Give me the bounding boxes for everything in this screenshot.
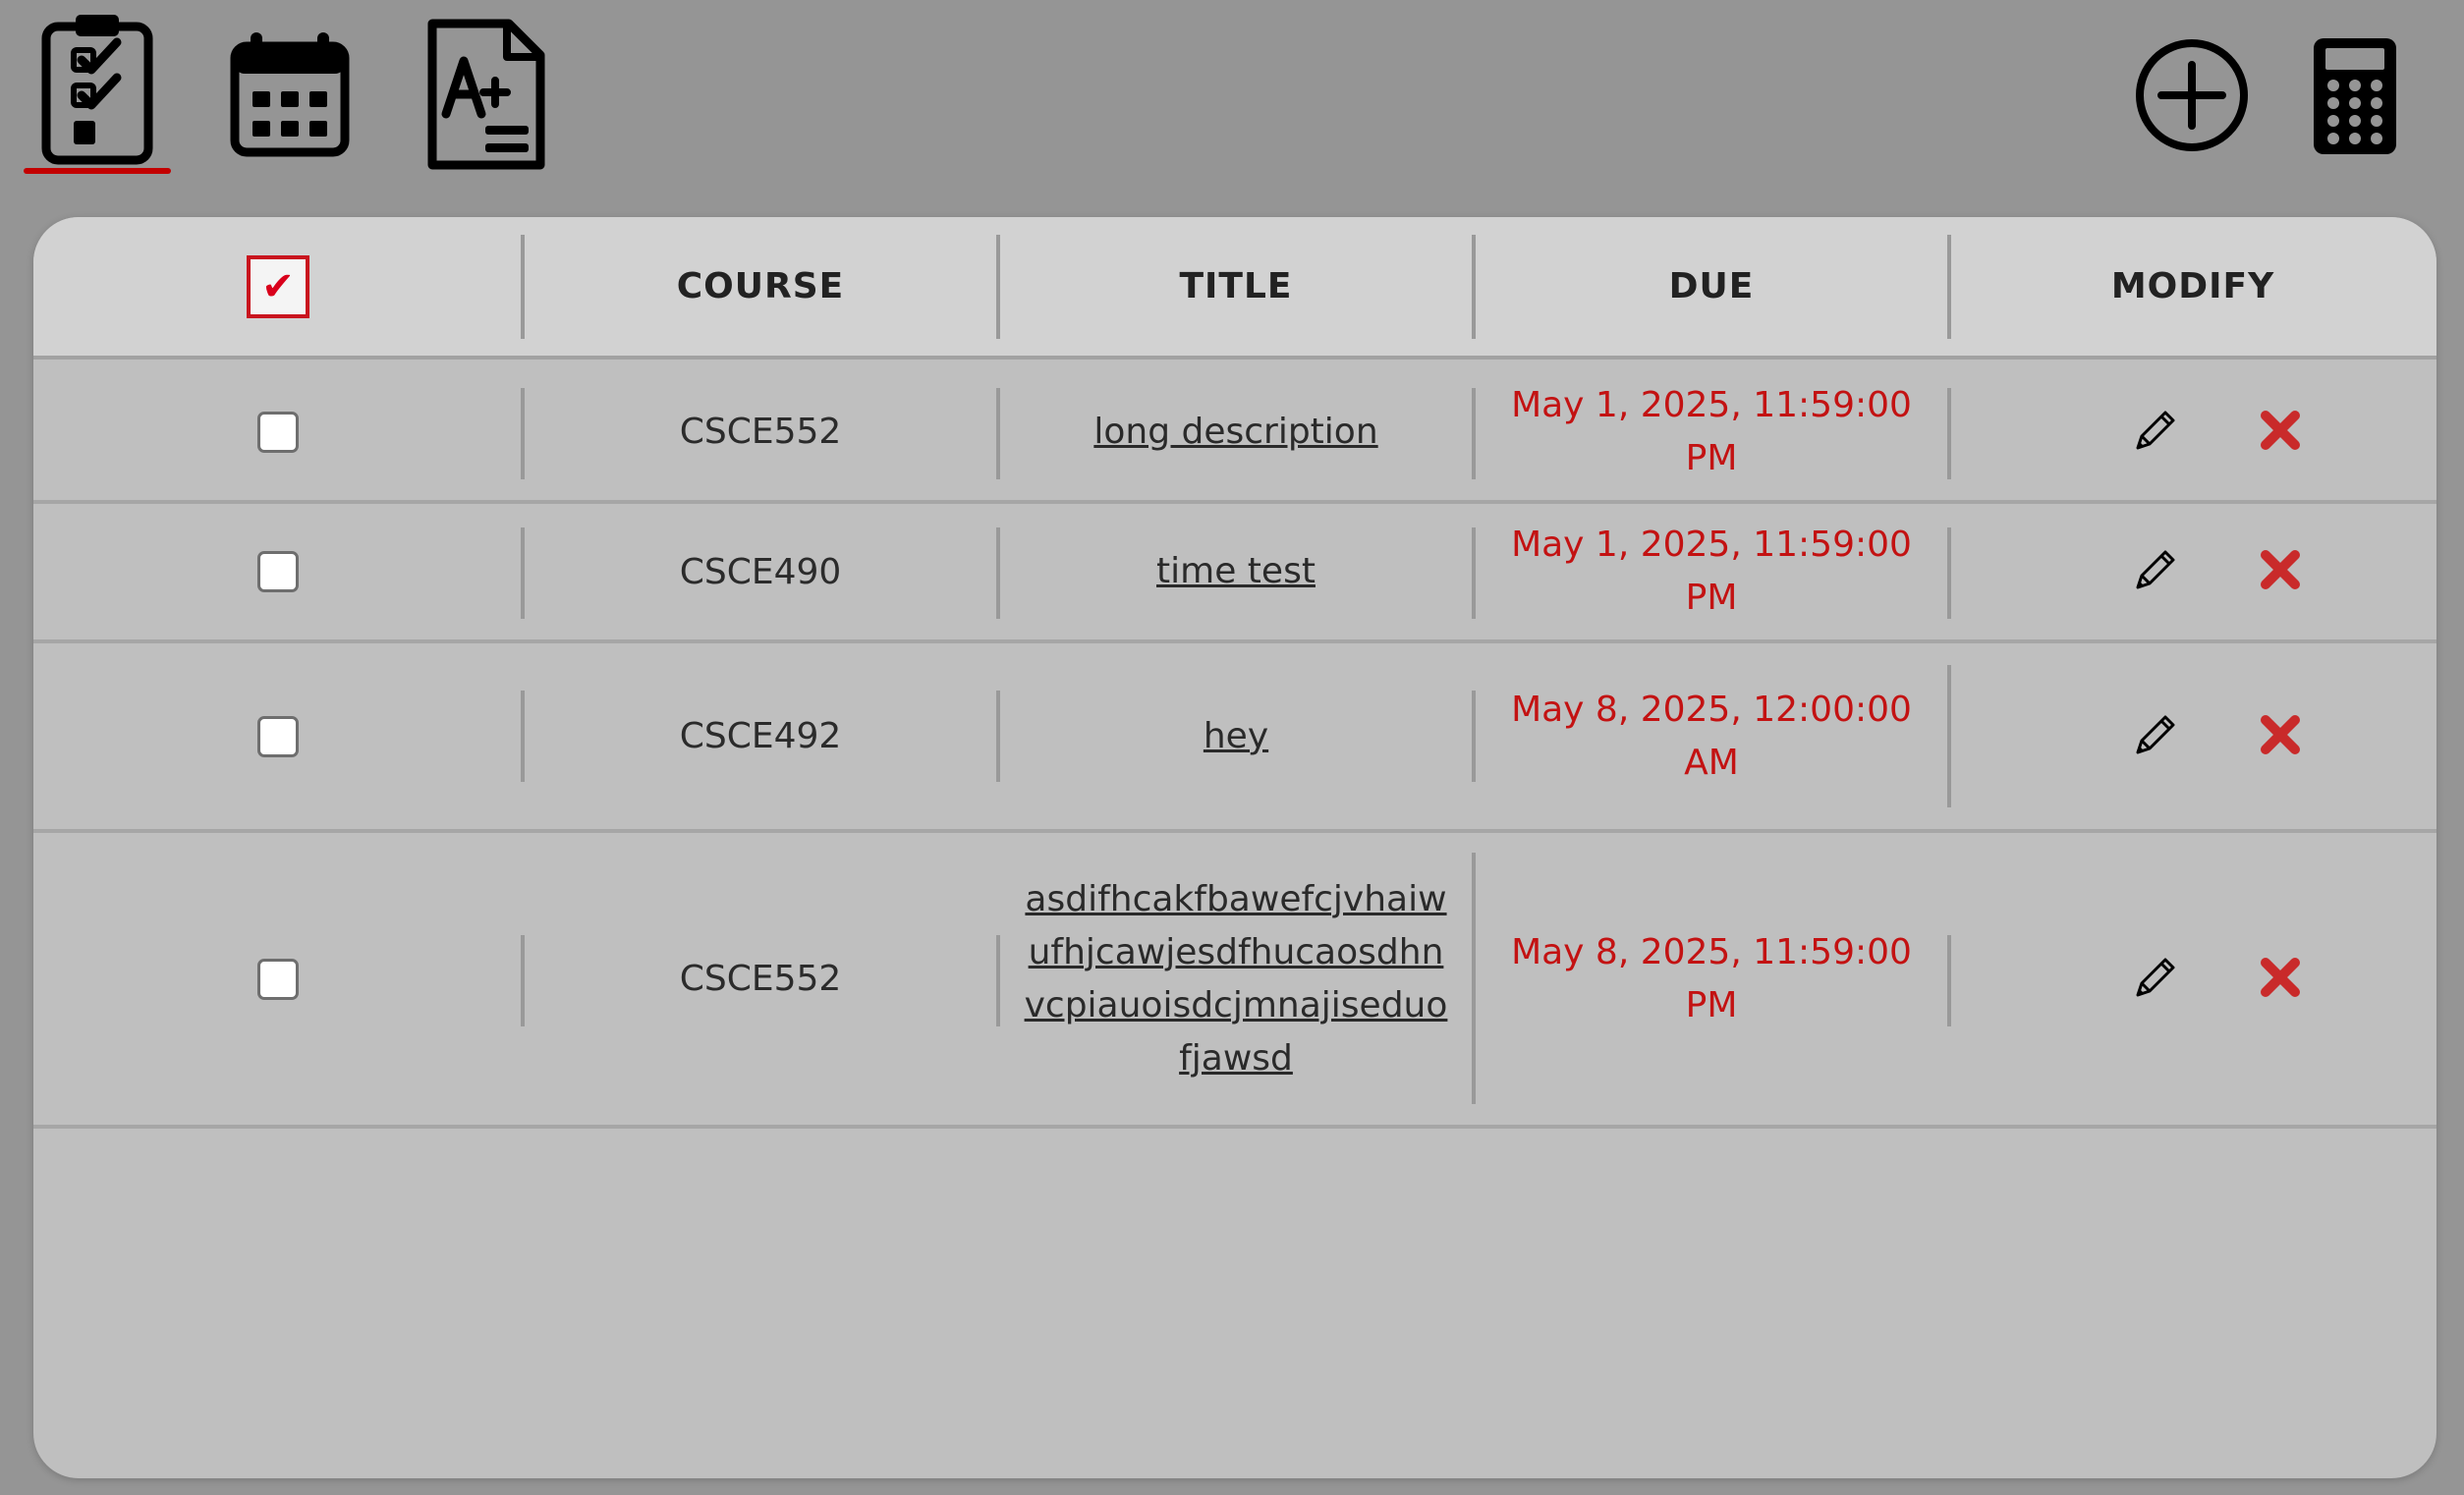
column-divider <box>1947 527 1951 619</box>
header-due-label: DUE <box>1668 266 1755 306</box>
table-row: CSCE492 hey May 8, 2025, 12:00:00 AM <box>33 643 2436 833</box>
column-divider <box>1472 235 1476 339</box>
column-divider <box>521 527 525 619</box>
column-divider <box>1947 665 1951 807</box>
due-cell: May 8, 2025, 11:59:00 PM <box>1511 931 1912 1025</box>
header-modify-label: MODIFY <box>2110 266 2275 306</box>
column-divider <box>996 527 1000 619</box>
add-circle-icon <box>2134 37 2250 153</box>
tab-assignments[interactable] <box>37 12 159 167</box>
header-course-label: COURSE <box>676 266 845 306</box>
column-divider <box>996 691 1000 782</box>
pencil-icon <box>2136 411 2175 449</box>
due-cell: May 1, 2025, 11:59:00 PM <box>1511 384 1912 478</box>
pencil-icon <box>2136 550 2175 589</box>
grade-document-icon <box>424 18 546 171</box>
title-link[interactable]: long description <box>1070 406 1401 459</box>
delete-x-icon <box>2261 410 2300 450</box>
column-divider <box>996 235 1000 339</box>
column-divider <box>1947 388 1951 479</box>
header-title-label: TITLE <box>1179 266 1293 306</box>
header-modify: MODIFY <box>1949 217 2436 356</box>
select-all-checkbox[interactable]: ✔ <box>247 254 309 318</box>
header-select-cell: ✔ <box>33 217 523 356</box>
due-cell: May 8, 2025, 12:00:00 AM <box>1511 689 1912 783</box>
table-row: CSCE490 time test May 1, 2025, 11:59:00 … <box>33 504 2436 643</box>
table-row: CSCE552 long description May 1, 2025, 11… <box>33 363 2436 504</box>
delete-button[interactable] <box>2258 408 2303 457</box>
row-checkbox[interactable] <box>257 715 299 757</box>
column-divider <box>1947 235 1951 339</box>
active-tab-indicator <box>24 168 171 174</box>
column-divider <box>1472 388 1476 479</box>
delete-button[interactable] <box>2258 955 2303 1004</box>
column-divider <box>1472 527 1476 619</box>
column-divider <box>1472 853 1476 1104</box>
header-due[interactable]: DUE <box>1474 217 1949 356</box>
edit-button[interactable] <box>2130 405 2181 460</box>
delete-x-icon <box>2261 714 2300 754</box>
toolbar <box>0 0 2464 196</box>
header-title[interactable]: TITLE <box>998 217 1474 356</box>
delete-x-icon <box>2261 957 2300 997</box>
edit-button[interactable] <box>2130 544 2181 599</box>
due-cell: May 1, 2025, 11:59:00 PM <box>1511 525 1912 618</box>
row-checkbox[interactable] <box>257 958 299 1000</box>
column-divider <box>996 388 1000 479</box>
tab-grades[interactable] <box>422 18 548 171</box>
edit-button[interactable] <box>2130 709 2181 764</box>
calculator-icon <box>2312 36 2398 156</box>
column-divider <box>521 691 525 782</box>
delete-button[interactable] <box>2258 547 2303 596</box>
table-header: ✔ COURSE TITLE DUE MODIFY <box>33 217 2436 360</box>
course-cell: CSCE552 <box>679 959 842 999</box>
calendar-icon <box>229 30 351 158</box>
course-cell: CSCE552 <box>679 412 842 452</box>
tab-calendar[interactable] <box>228 29 352 159</box>
table-row: CSCE552 asdifhcakfbawefcjvhaiwufhjcawjes… <box>33 833 2436 1129</box>
column-divider <box>996 935 1000 1026</box>
edit-button[interactable] <box>2130 952 2181 1007</box>
column-divider <box>521 388 525 479</box>
calculator-button[interactable] <box>2311 35 2399 157</box>
add-assignment-button[interactable] <box>2132 35 2252 155</box>
delete-x-icon <box>2261 550 2300 589</box>
pencil-icon <box>2136 715 2175 753</box>
assignments-table: ✔ COURSE TITLE DUE MODIFY CSCE552 long d… <box>33 217 2436 1478</box>
row-checkbox[interactable] <box>257 551 299 592</box>
select-all-checkmark: ✔ <box>261 263 295 309</box>
header-course[interactable]: COURSE <box>523 217 998 356</box>
column-divider <box>521 935 525 1026</box>
column-divider <box>1947 935 1951 1026</box>
row-checkbox[interactable] <box>257 411 299 453</box>
title-link[interactable]: asdifhcakfbawefcjvhaiwufhjcawjesdfhucaos… <box>998 873 1474 1085</box>
pencil-icon <box>2136 958 2175 996</box>
delete-button[interactable] <box>2258 712 2303 761</box>
clipboard-checklist-icon <box>40 13 156 166</box>
column-divider <box>521 235 525 339</box>
title-link[interactable]: time test <box>1133 545 1339 598</box>
column-divider <box>1472 691 1476 782</box>
course-cell: CSCE492 <box>679 716 842 756</box>
course-cell: CSCE490 <box>679 551 842 592</box>
title-link[interactable]: hey <box>1180 710 1292 763</box>
